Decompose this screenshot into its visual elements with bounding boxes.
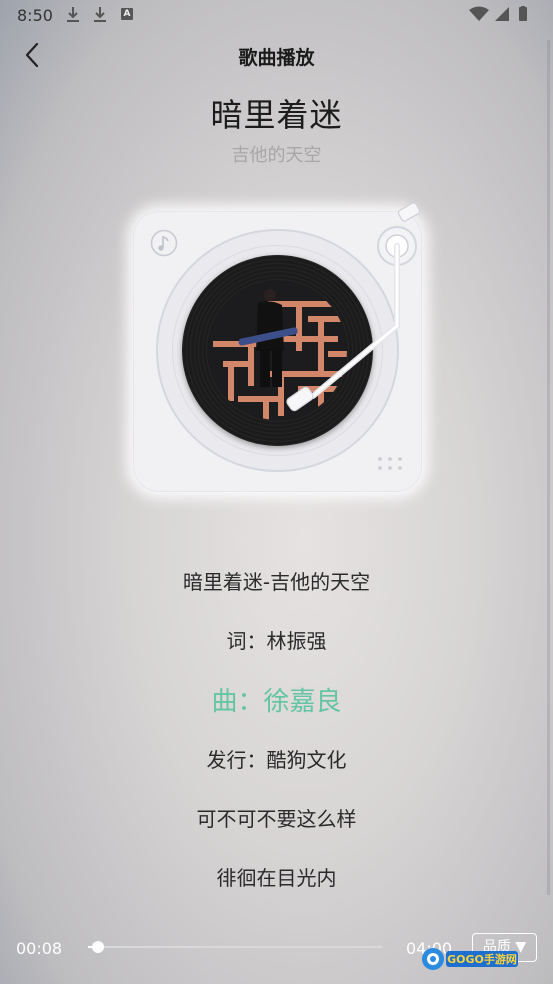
system-status-icons: [469, 6, 527, 21]
watermark-text: GOGO手游网: [447, 952, 517, 966]
progress-thumb[interactable]: [91, 941, 104, 953]
a-badge-icon: A: [121, 8, 133, 20]
wifi-icon: [469, 6, 489, 21]
download-icon: [94, 7, 106, 22]
signal-icon: [495, 7, 509, 21]
status-bar: 8:50 A: [0, 0, 553, 30]
lyric-line: 发行：酷狗文化: [206, 748, 347, 772]
battery-icon: [519, 7, 527, 21]
music-note-icon[interactable]: [150, 229, 178, 257]
page-title: 歌曲播放: [238, 47, 315, 69]
song-artist: 吉他的天空: [231, 145, 322, 166]
lyric-line-active: 曲：徐嘉良: [211, 687, 342, 717]
current-time: 00:08: [16, 939, 63, 958]
lyric-line: 词：林振强: [226, 629, 327, 653]
download-icon: [67, 7, 79, 22]
grid-dots-icon[interactable]: [377, 456, 403, 472]
status-time: 8:50: [17, 6, 53, 25]
gogo-watermark-logo: GOGO手游网: [422, 948, 518, 970]
progress-track[interactable]: [88, 946, 382, 948]
lyric-line: 可不可不要这么样: [196, 807, 357, 831]
lyric-line: 徘徊在目光内: [216, 866, 337, 890]
album-art: [208, 281, 347, 420]
song-title: 暗里着迷: [210, 96, 343, 134]
lyric-line: 暗里着迷-吉他的天空: [182, 570, 371, 594]
